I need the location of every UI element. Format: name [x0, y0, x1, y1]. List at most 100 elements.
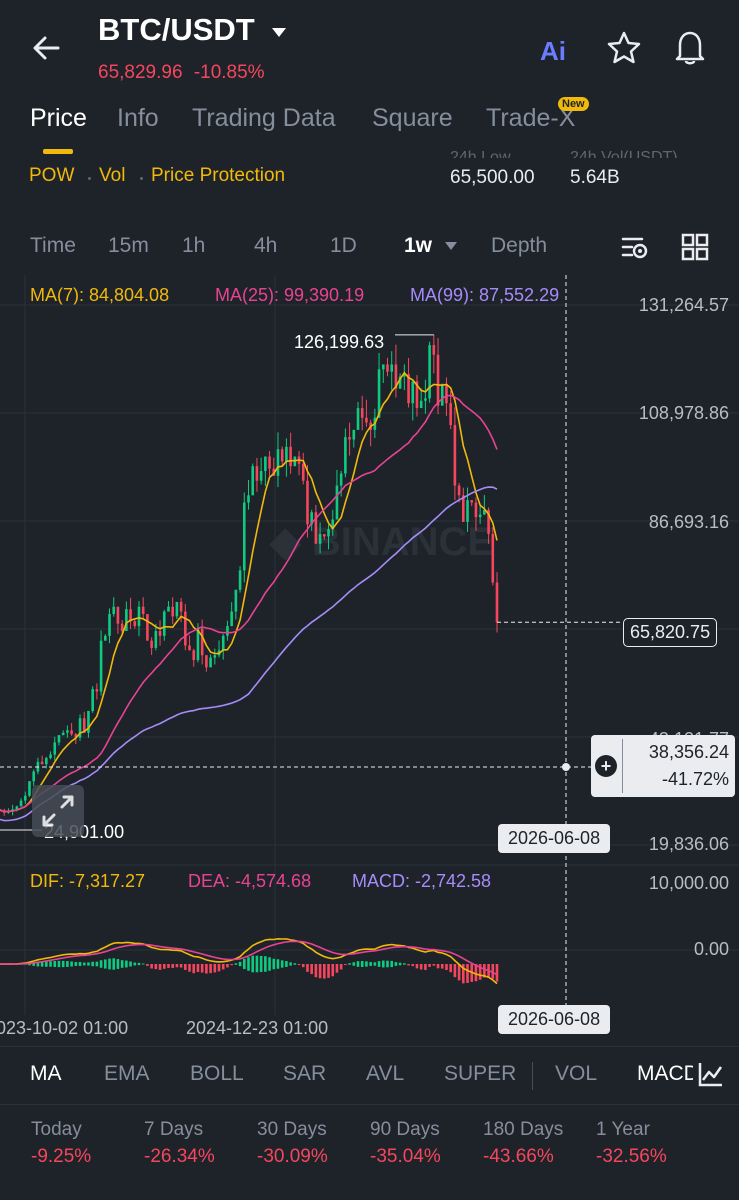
perf-value: -9.25% [31, 1146, 92, 1167]
macd-bar [440, 964, 444, 969]
candle-body [255, 466, 259, 481]
macd-bar [150, 964, 153, 969]
macd-bar [306, 964, 309, 972]
candle-body [424, 398, 427, 401]
macd-bar [268, 957, 271, 971]
candle-body [40, 761, 44, 765]
candle-body [453, 425, 457, 486]
perf-value: -43.66% [483, 1146, 554, 1167]
macd-bar [74, 962, 78, 966]
crosshair-change: -41.72% [661, 769, 729, 789]
macd-bar [276, 959, 280, 969]
candle-body [251, 466, 255, 496]
indicator-settings-button[interactable] [697, 1060, 725, 1093]
pill-pow[interactable]: POW [29, 165, 74, 187]
indicator-boll[interactable]: BOLL [190, 1062, 244, 1086]
candle-body [99, 640, 103, 692]
macd-bar [70, 961, 73, 967]
price-chart[interactable]: ◆ BINANCE [0, 275, 739, 1035]
layout-grid-button[interactable] [680, 232, 710, 267]
alert-button[interactable] [672, 28, 708, 71]
indicator-super[interactable]: SUPER [444, 1062, 516, 1086]
macd-bar [167, 964, 170, 968]
indicator-vol[interactable]: VOL [555, 1062, 597, 1086]
expand-button[interactable] [32, 785, 84, 837]
tab-active-indicator [43, 149, 73, 154]
candle-body [45, 757, 48, 765]
indicator-ma[interactable]: MA [30, 1062, 62, 1086]
candle-body [57, 735, 61, 743]
pair-selector[interactable]: BTC/USDT [98, 12, 289, 48]
candle-body [167, 606, 170, 612]
macd-bar [213, 964, 217, 973]
crosshair-date-bottom: 2026-06-08 [498, 1005, 611, 1034]
candle-body [356, 408, 360, 430]
candle-body [200, 628, 204, 656]
macd-bar [352, 962, 356, 966]
macd-bar [99, 960, 103, 968]
interval-1h[interactable]: 1h [182, 234, 205, 258]
indicator-avl[interactable]: AVL [366, 1062, 404, 1086]
pill-vol[interactable]: Vol [99, 165, 125, 187]
macd-bar [78, 961, 82, 967]
caret-down-icon [272, 27, 287, 37]
interval-4h[interactable]: 4h [254, 234, 277, 258]
chart-line-icon [698, 1063, 723, 1087]
y-tick-1: 131,264.57 [638, 295, 729, 315]
price-change: -10.85% [193, 62, 265, 83]
macd-bar [453, 964, 457, 978]
candle-body [205, 655, 208, 668]
macd-bar [49, 961, 52, 967]
interval-time[interactable]: Time [30, 234, 76, 258]
macd-bar [331, 964, 335, 977]
ai-button[interactable]: Ai [540, 36, 566, 67]
macd-bar [323, 964, 326, 979]
interval-1w[interactable]: 1w [404, 234, 458, 258]
macd-bar [154, 964, 158, 970]
tab-square[interactable]: Square [372, 104, 453, 133]
candle-body [133, 621, 137, 627]
interval-15m[interactable]: 15m [108, 234, 149, 258]
indicator-divider [532, 1062, 533, 1090]
macd-bar [449, 964, 452, 973]
back-button[interactable] [28, 30, 64, 66]
candle-body [301, 463, 305, 481]
candle-body [28, 781, 31, 796]
indicator-ema[interactable]: EMA [104, 1062, 150, 1086]
candle-body [474, 502, 478, 518]
candle-body [495, 582, 499, 623]
favorite-button[interactable] [606, 30, 642, 71]
macd-bar [293, 963, 297, 965]
indicator-sar[interactable]: SAR [283, 1062, 326, 1086]
header-price-line: 65,829.96 -10.85% [98, 62, 265, 84]
crosshair-price: 38,356.24 [648, 742, 729, 762]
indicator-macd[interactable]: MACD [637, 1062, 693, 1086]
crosshair-tooltip[interactable]: + 38,356.24 -41.72% [591, 735, 735, 797]
candle-body [242, 502, 246, 571]
tab-info[interactable]: Info [117, 104, 159, 133]
chart-settings-button[interactable] [620, 232, 650, 267]
macd-bar [125, 960, 128, 968]
x-label-2: 2024-12-23 01:00 [186, 1018, 329, 1038]
macd-bar [247, 957, 250, 971]
interval-depth[interactable]: Depth [491, 234, 547, 258]
candle-body [162, 611, 166, 636]
candle-body [146, 614, 149, 641]
macd-bar [137, 962, 141, 966]
macd-bar [234, 963, 238, 965]
candle-body [285, 446, 288, 462]
tab-trading-data[interactable]: Trading Data [192, 104, 336, 133]
candle-body [268, 456, 271, 469]
ma25-line [0, 394, 498, 813]
low-24h-label: 24h Low [450, 149, 511, 158]
interval-1d[interactable]: 1D [330, 234, 357, 258]
candle-body [428, 345, 431, 399]
candle-body [137, 606, 141, 627]
macd-bar [158, 964, 162, 970]
candle-body [103, 635, 107, 641]
candle-body [306, 480, 309, 525]
pill-price-protection[interactable]: Price Protection [151, 165, 285, 187]
candle-body [192, 650, 196, 661]
tab-price[interactable]: Price [30, 104, 87, 133]
candle-body [466, 500, 469, 522]
